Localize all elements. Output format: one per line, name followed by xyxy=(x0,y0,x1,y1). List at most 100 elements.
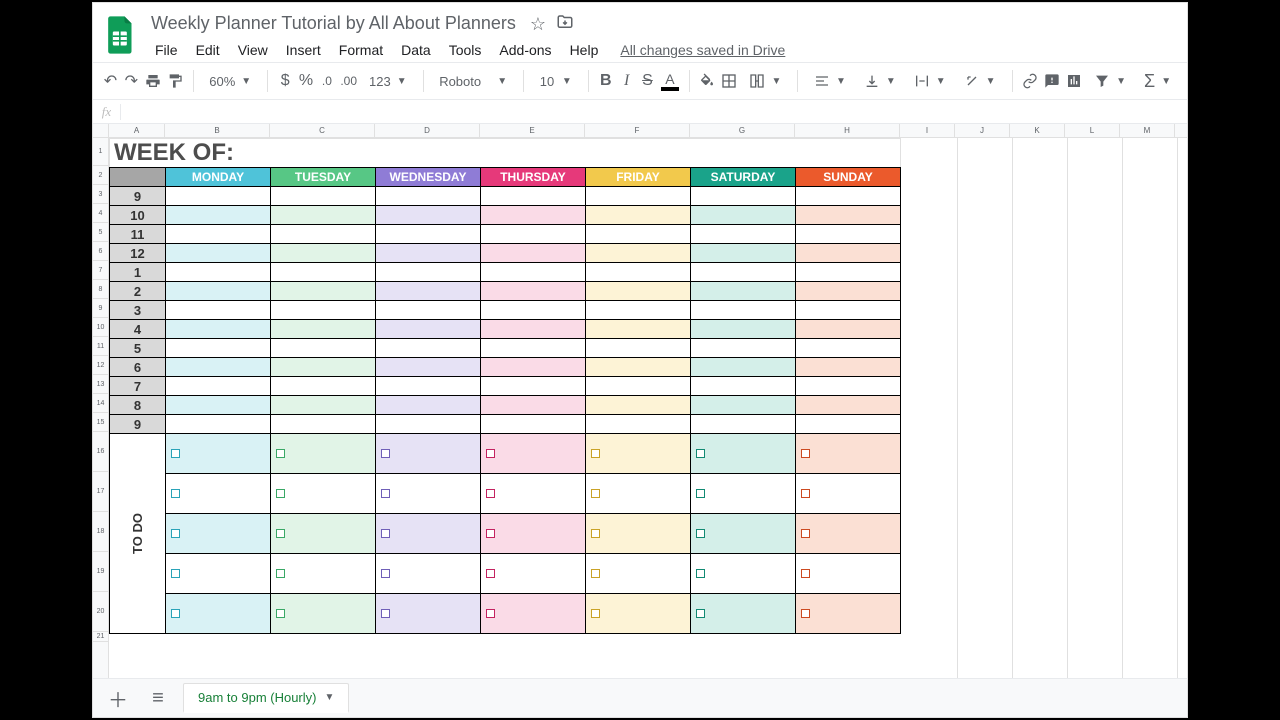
slot-cell[interactable] xyxy=(271,358,376,377)
slot-cell[interactable] xyxy=(271,415,376,434)
todo-cell[interactable] xyxy=(166,554,271,594)
slot-cell[interactable] xyxy=(166,396,271,415)
insert-chart-icon[interactable] xyxy=(1066,68,1082,94)
slot-cell[interactable] xyxy=(691,377,796,396)
todo-cell[interactable] xyxy=(796,594,901,634)
checkbox-icon[interactable] xyxy=(801,609,810,618)
todo-cell[interactable] xyxy=(376,434,481,474)
menu-addons[interactable]: Add-ons xyxy=(491,38,559,62)
slot-cell[interactable] xyxy=(271,225,376,244)
slot-cell[interactable] xyxy=(481,244,586,263)
menu-format[interactable]: Format xyxy=(331,38,391,62)
all-sheets-icon[interactable]: ≡ xyxy=(143,683,173,713)
slot-cell[interactable] xyxy=(166,263,271,282)
menu-insert[interactable]: Insert xyxy=(278,38,329,62)
todo-cell[interactable] xyxy=(691,514,796,554)
todo-cell[interactable] xyxy=(166,594,271,634)
slot-cell[interactable] xyxy=(691,263,796,282)
slot-cell[interactable] xyxy=(376,320,481,339)
slot-cell[interactable] xyxy=(376,263,481,282)
slot-cell[interactable] xyxy=(691,187,796,206)
row-header-18[interactable]: 18 xyxy=(93,512,108,552)
todo-cell[interactable] xyxy=(691,434,796,474)
slot-cell[interactable] xyxy=(586,301,691,320)
checkbox-icon[interactable] xyxy=(801,489,810,498)
slot-cell[interactable] xyxy=(796,244,901,263)
doc-title[interactable]: Weekly Planner Tutorial by All About Pla… xyxy=(147,11,520,36)
slot-cell[interactable] xyxy=(481,206,586,225)
slot-cell[interactable] xyxy=(796,225,901,244)
slot-cell[interactable] xyxy=(796,187,901,206)
slot-cell[interactable] xyxy=(586,263,691,282)
row-header-6[interactable]: 6 xyxy=(93,242,108,261)
menu-file[interactable]: File xyxy=(147,38,186,62)
slot-cell[interactable] xyxy=(166,377,271,396)
slot-cell[interactable] xyxy=(376,301,481,320)
todo-cell[interactable] xyxy=(166,434,271,474)
col-header-J[interactable]: J xyxy=(955,124,1010,137)
slot-cell[interactable] xyxy=(691,396,796,415)
checkbox-icon[interactable] xyxy=(696,609,705,618)
slot-cell[interactable] xyxy=(586,225,691,244)
todo-cell[interactable] xyxy=(691,474,796,514)
slot-cell[interactable] xyxy=(796,396,901,415)
checkbox-icon[interactable] xyxy=(171,609,180,618)
todo-cell[interactable] xyxy=(796,554,901,594)
checkbox-icon[interactable] xyxy=(591,489,600,498)
col-header-L[interactable]: L xyxy=(1065,124,1120,137)
slot-cell[interactable] xyxy=(481,377,586,396)
checkbox-icon[interactable] xyxy=(486,569,495,578)
todo-cell[interactable] xyxy=(271,554,376,594)
slot-cell[interactable] xyxy=(586,320,691,339)
slot-cell[interactable] xyxy=(796,339,901,358)
row-header-15[interactable]: 15 xyxy=(93,413,108,432)
slot-cell[interactable] xyxy=(271,206,376,225)
slot-cell[interactable] xyxy=(586,206,691,225)
col-header-F[interactable]: F xyxy=(585,124,690,137)
row-header-1[interactable]: 1 xyxy=(93,138,108,166)
todo-cell[interactable] xyxy=(481,474,586,514)
vertical-align-icon[interactable]: ▼ xyxy=(858,68,902,94)
strikethrough-icon[interactable]: S xyxy=(640,68,655,94)
slot-cell[interactable] xyxy=(376,339,481,358)
filter-icon[interactable]: ▼ xyxy=(1088,68,1132,94)
slot-cell[interactable] xyxy=(796,358,901,377)
todo-cell[interactable] xyxy=(481,434,586,474)
todo-cell[interactable] xyxy=(376,514,481,554)
slot-cell[interactable] xyxy=(481,320,586,339)
checkbox-icon[interactable] xyxy=(381,569,390,578)
checkbox-icon[interactable] xyxy=(801,569,810,578)
fill-color-icon[interactable] xyxy=(699,68,715,94)
menu-tools[interactable]: Tools xyxy=(441,38,490,62)
checkbox-icon[interactable] xyxy=(486,529,495,538)
row-header-9[interactable]: 9 xyxy=(93,299,108,318)
checkbox-icon[interactable] xyxy=(171,489,180,498)
slot-cell[interactable] xyxy=(691,301,796,320)
save-status[interactable]: All changes saved in Drive xyxy=(620,42,785,58)
menu-data[interactable]: Data xyxy=(393,38,439,62)
todo-cell[interactable] xyxy=(271,594,376,634)
row-header-20[interactable]: 20 xyxy=(93,592,108,632)
slot-cell[interactable] xyxy=(271,396,376,415)
slot-cell[interactable] xyxy=(586,282,691,301)
slot-cell[interactable] xyxy=(271,377,376,396)
todo-cell[interactable] xyxy=(376,594,481,634)
slot-cell[interactable] xyxy=(166,225,271,244)
add-sheet-icon[interactable]: ＋ xyxy=(103,683,133,713)
row-header-5[interactable]: 5 xyxy=(93,223,108,242)
slot-cell[interactable] xyxy=(481,225,586,244)
checkbox-icon[interactable] xyxy=(171,529,180,538)
slot-cell[interactable] xyxy=(376,377,481,396)
slot-cell[interactable] xyxy=(796,377,901,396)
todo-cell[interactable] xyxy=(796,474,901,514)
row-header-16[interactable]: 16 xyxy=(93,432,108,472)
borders-icon[interactable] xyxy=(721,68,737,94)
slot-cell[interactable] xyxy=(376,396,481,415)
checkbox-icon[interactable] xyxy=(696,449,705,458)
row-header-4[interactable]: 4 xyxy=(93,204,108,223)
checkbox-icon[interactable] xyxy=(276,609,285,618)
slot-cell[interactable] xyxy=(166,339,271,358)
row-header-14[interactable]: 14 xyxy=(93,394,108,413)
slot-cell[interactable] xyxy=(691,320,796,339)
col-header-I[interactable]: I xyxy=(900,124,955,137)
